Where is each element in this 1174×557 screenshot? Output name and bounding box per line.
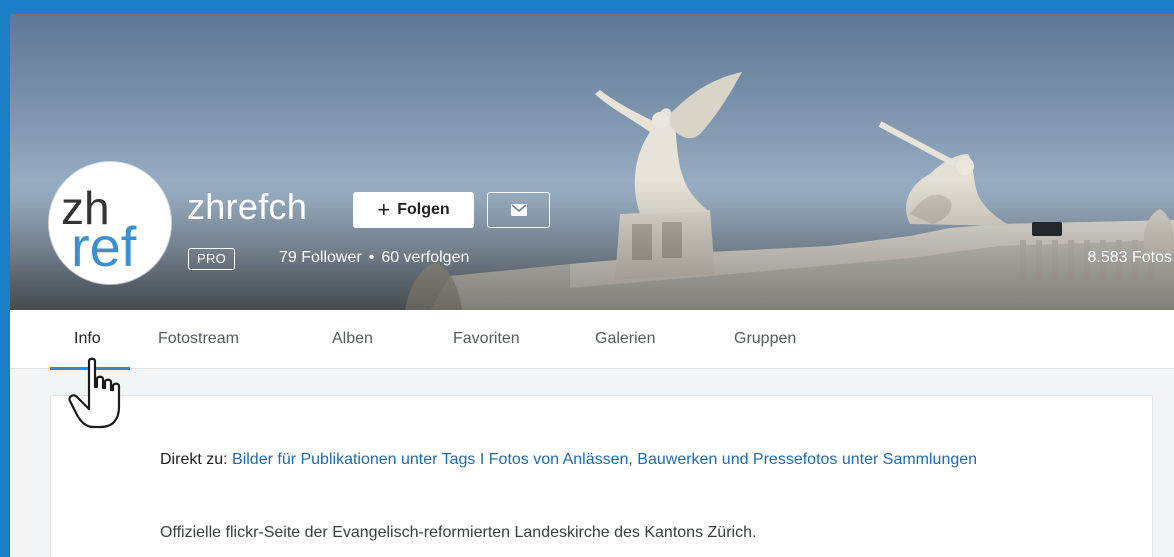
envelope-icon: [510, 204, 527, 216]
follow-button-label: Folgen: [397, 201, 450, 218]
cover-photo: zh ref zhrefch + Folgen PRO 79 Follower •…: [10, 14, 1174, 310]
avatar[interactable]: zh ref: [49, 162, 171, 284]
following-link[interactable]: 60 verfolgen: [381, 249, 469, 266]
browser-frame: zh ref zhrefch + Folgen PRO 79 Follower •…: [10, 14, 1174, 557]
about-card: Direkt zu: Bilder für Publikationen unte…: [50, 395, 1153, 557]
cover-shade: [10, 180, 1174, 310]
pro-badge: PRO: [188, 248, 236, 270]
followers-link[interactable]: 79 Follower: [279, 249, 362, 266]
username: zhrefch: [187, 186, 308, 227]
follow-stats: 79 Follower • 60 verfolgen: [279, 249, 469, 267]
follow-button[interactable]: + Folgen: [353, 192, 474, 228]
send-message-button[interactable]: [487, 192, 550, 228]
plus-icon: +: [377, 197, 391, 222]
tab-favoriten[interactable]: Favoriten: [453, 310, 520, 369]
link-separator: I: [475, 451, 489, 468]
photo-count: 8.583 Fotos: [1087, 249, 1173, 266]
tags-link[interactable]: Bilder für Publikationen unter Tags: [232, 451, 475, 468]
tab-galerien[interactable]: Galerien: [595, 310, 655, 369]
tab-fotostream[interactable]: Fotostream: [158, 310, 239, 369]
stats-separator: •: [368, 249, 375, 266]
direct-prefix: Direkt zu:: [160, 451, 233, 468]
tab-alben[interactable]: Alben: [332, 310, 373, 369]
avatar-text-bottom: ref: [71, 215, 137, 278]
profile-tab-bar: Info Fotostream Alben Favoriten Galerien…: [10, 310, 1174, 369]
profile-description: Offizielle flickr-Seite der Evangelisch-…: [160, 524, 757, 541]
avatar-logo: zh ref: [61, 182, 137, 278]
collections-link[interactable]: Fotos von Anlässen, Bauwerken und Presse…: [489, 451, 977, 468]
tab-gruppen[interactable]: Gruppen: [734, 310, 796, 369]
direct-links: Direkt zu: Bilder für Publikationen unte…: [160, 445, 1050, 474]
hand-cursor-icon: [68, 357, 121, 429]
